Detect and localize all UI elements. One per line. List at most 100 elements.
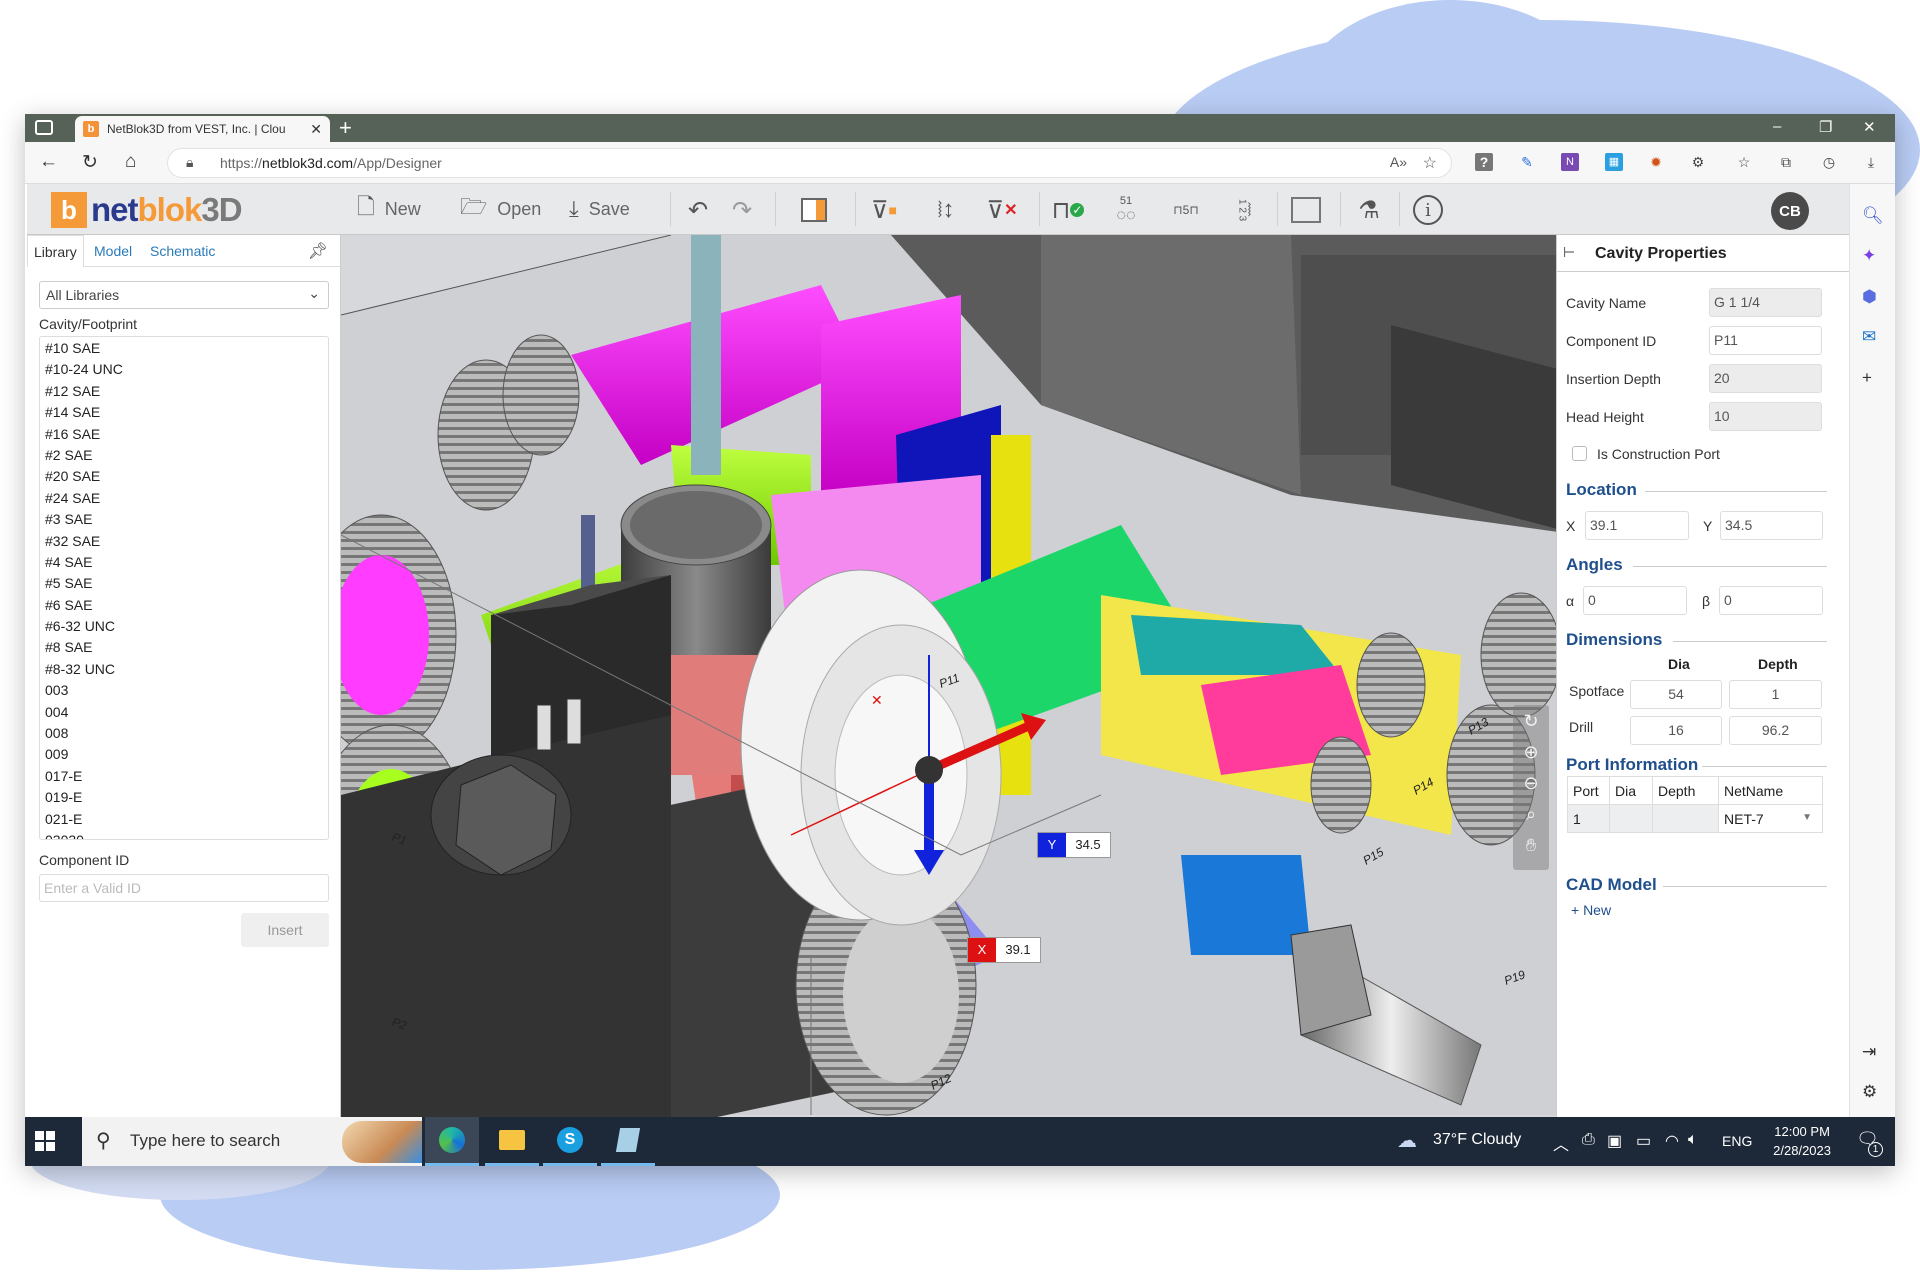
minimize-icon[interactable]: – — [1773, 118, 1781, 135]
cavity-list-item[interactable]: #2 SAE — [45, 445, 323, 466]
battery-icon[interactable]: ▭ — [1636, 1131, 1651, 1151]
skype-icon[interactable]: S — [543, 1117, 597, 1166]
cavity-list-item[interactable]: #4 SAE — [45, 552, 323, 573]
show-hidden-icons-chevron-icon[interactable]: ︿ — [1553, 1131, 1569, 1155]
zoom-out-icon[interactable]: ⊖ — [1523, 773, 1538, 804]
netname-select[interactable]: NET-7 ▼ — [1718, 804, 1823, 833]
help-extension-icon[interactable]: ? — [1475, 153, 1493, 171]
cavity-list-item[interactable]: #16 SAE — [45, 424, 323, 445]
browser-tab[interactable]: b NetBlok3D from VEST, Inc. | Clou ✕ — [75, 116, 330, 142]
spotface-dia-field[interactable]: 54 — [1630, 680, 1722, 709]
spacing-button[interactable]: ⊓ 5 ⊓ — [1167, 192, 1205, 228]
language-indicator[interactable]: ENG — [1722, 1133, 1752, 1149]
cavity-list-item[interactable]: 004 — [45, 702, 323, 723]
location-y-field[interactable]: 34.5 — [1720, 511, 1823, 540]
cad-model-render[interactable]: ✕ P11 P12 P13 P14 P15 P19 P2 P1 — [341, 235, 1580, 1117]
cavity-list-item[interactable]: #6-32 UNC — [45, 616, 323, 637]
weather-icon[interactable]: ☁ — [1397, 1128, 1417, 1153]
cavity-list-item[interactable]: #32 SAE — [45, 531, 323, 552]
lock-icon[interactable]: 🔒︎ — [186, 154, 193, 171]
cavity-list-item[interactable]: 003 — [45, 680, 323, 701]
library-select[interactable]: All Libraries ⌄ — [39, 281, 329, 309]
puzzle-extensions-icon[interactable]: ⚙︎ — [1689, 153, 1707, 171]
home-icon[interactable]: ⌂ — [125, 151, 136, 173]
tab-library[interactable]: Library — [27, 235, 84, 267]
gizmo-x-value[interactable]: 39.1 — [996, 938, 1040, 962]
pen-extension-icon[interactable]: ✎ — [1518, 153, 1536, 171]
taskbar-clock[interactable]: 12:00 PM 2/28/2023 — [1773, 1122, 1831, 1160]
windows-start-icon[interactable] — [35, 1131, 55, 1151]
insert-button[interactable]: Insert — [241, 913, 329, 947]
taskbar-search[interactable]: ⚲ Type here to search — [82, 1117, 422, 1166]
gizmo-y-value[interactable]: 34.5 — [1066, 833, 1110, 857]
downloads-icon[interactable]: ⤓ — [1862, 153, 1880, 171]
cavity-list-item[interactable]: #10-24 UNC — [45, 359, 323, 380]
wifi-icon[interactable]: ◠ — [1665, 1131, 1679, 1151]
drill-depth-field[interactable]: 96.2 — [1729, 716, 1822, 745]
cavity-list-item[interactable]: #3 SAE — [45, 509, 323, 530]
angle-alpha-field[interactable]: 0 — [1583, 586, 1687, 615]
cavity-list-item[interactable]: #24 SAE — [45, 488, 323, 509]
layout-button[interactable] — [1287, 192, 1325, 228]
info-button[interactable]: i — [1409, 192, 1447, 228]
search-icon[interactable]: 🔍︎ — [1862, 206, 1884, 226]
new-tab-icon[interactable]: + — [339, 115, 352, 141]
angle-beta-field[interactable]: 0 — [1719, 586, 1823, 615]
collections-icon[interactable]: ⧉ — [1777, 153, 1795, 171]
copilot-icon[interactable]: ✦ — [1862, 246, 1876, 266]
redo-button[interactable]: ↷ — [723, 192, 761, 228]
cavity-list-item[interactable]: #5 SAE — [45, 573, 323, 594]
construction-port-checkbox[interactable] — [1572, 446, 1587, 461]
restore-icon[interactable]: ❐ — [1819, 118, 1832, 136]
history-icon[interactable]: ◷ — [1820, 153, 1838, 171]
user-avatar[interactable]: CB — [1771, 192, 1809, 230]
location-x-field[interactable]: 39.1 — [1585, 511, 1689, 540]
cavity-list-item[interactable]: #12 SAE — [45, 381, 323, 402]
pin-icon[interactable]: ⊢ — [1563, 244, 1575, 261]
cavity-list-item[interactable]: #20 SAE — [45, 466, 323, 487]
settings-icon[interactable]: ⚙ — [1862, 1082, 1877, 1102]
component-id-field[interactable]: P11 — [1709, 326, 1822, 355]
cavity-list-item[interactable]: #6 SAE — [45, 595, 323, 616]
favorites-icon[interactable]: ☆ — [1735, 153, 1753, 171]
cavity-list-item[interactable]: 03030 — [45, 830, 323, 839]
cavity-list-item[interactable]: 009 — [45, 744, 323, 765]
cavity-list-item[interactable]: #14 SAE — [45, 402, 323, 423]
file-explorer-icon[interactable] — [485, 1117, 539, 1166]
spotface-depth-field[interactable]: 1 — [1729, 680, 1822, 709]
check-cavity-button[interactable]: ⊓ ✓ — [1049, 192, 1087, 228]
drill-depth-button[interactable]: ⧘↕ — [927, 192, 965, 228]
cavity-list-item[interactable]: 008 — [45, 723, 323, 744]
outlook-icon[interactable]: ✉ — [1862, 327, 1876, 347]
pin-panel-icon[interactable]: 📌︎ — [308, 241, 328, 261]
add-sidebar-app-icon[interactable]: + — [1862, 368, 1872, 388]
hide-sidebar-icon[interactable]: ⇥ — [1862, 1042, 1876, 1062]
add-block-button[interactable] — [795, 192, 833, 228]
add-favorite-icon[interactable]: ☆ — [1423, 153, 1437, 173]
back-icon[interactable]: ← — [39, 151, 58, 173]
add-cad-model-link[interactable]: + New — [1571, 902, 1611, 918]
zoom-fit-icon[interactable]: ⌕ — [1526, 804, 1536, 835]
drill-dia-field[interactable]: 16 — [1630, 716, 1722, 745]
cavity-list-item[interactable]: 021-E — [45, 809, 323, 830]
rotate-icon[interactable]: ↻ — [1523, 711, 1538, 742]
delete-cavity-button[interactable]: ⊽ ✕ — [983, 192, 1021, 228]
distance-button[interactable]: 51 ◌◌ — [1107, 192, 1145, 228]
tab-actions-icon[interactable] — [35, 120, 53, 135]
cavity-list-item[interactable]: #8-32 UNC — [45, 659, 323, 680]
3d-viewport[interactable]: ✕ P11 P12 P13 P14 P15 P19 P2 P1 Y 34.5 X… — [341, 235, 1580, 1117]
pan-icon[interactable]: ✋︎ — [1526, 835, 1536, 866]
cavity-list-item[interactable]: #8 SAE — [45, 637, 323, 658]
calculator-extension-icon[interactable]: ▦ — [1605, 153, 1623, 171]
screen-share-icon[interactable]: ▣ — [1607, 1131, 1622, 1151]
cavity-list-item[interactable]: #10 SAE — [45, 338, 323, 359]
meet-now-icon[interactable]: ⎙ — [1582, 1131, 1595, 1149]
cavity-list-item[interactable]: 019-E — [45, 787, 323, 808]
cavity-list-item[interactable]: 017-E — [45, 766, 323, 787]
office-icon[interactable]: ⬢ — [1862, 287, 1877, 307]
cavity-list[interactable]: #10 SAE #10-24 UNC #12 SAE #14 SAE #16 SAE #2… — [39, 336, 329, 840]
save-button[interactable]: ⤓ Save — [569, 194, 630, 224]
undo-button[interactable]: ↶ — [679, 192, 717, 228]
drill-order-button[interactable]: 1 2 3 ⧘ — [1225, 192, 1263, 228]
new-button[interactable]: 🗋 New — [357, 194, 421, 224]
